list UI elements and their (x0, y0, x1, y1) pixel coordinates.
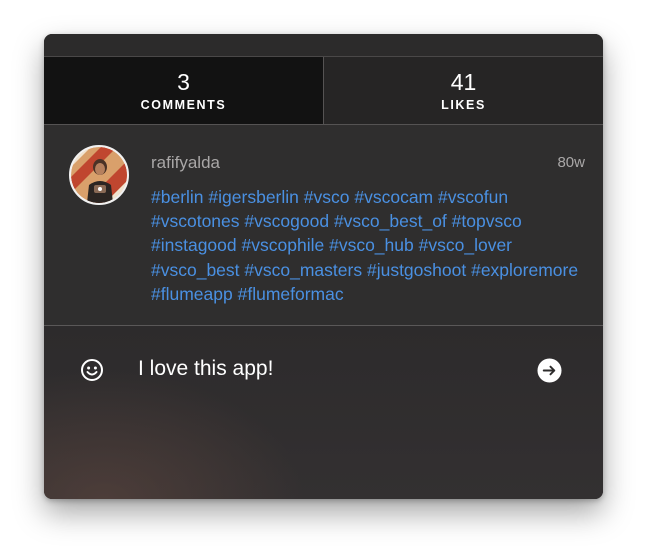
app-window: 3 COMMENTS 41 LIKES rafifyalda 80w #berl… (44, 34, 603, 499)
comments-label: COMMENTS (140, 97, 227, 112)
hashtag-link[interactable]: #vscogood (244, 211, 329, 231)
hashtag-link[interactable]: #berlin (151, 187, 204, 207)
avatar[interactable] (69, 145, 129, 205)
comment-timestamp: 80w (557, 154, 585, 171)
likes-count: 41 (450, 68, 477, 95)
hashtag-link[interactable]: #vscotones (151, 211, 240, 231)
stats-bar: 3 COMMENTS 41 LIKES (44, 57, 603, 125)
hashtag-link[interactable]: #flumeformac (238, 284, 344, 304)
smiley-icon[interactable] (80, 358, 104, 382)
hashtag-link[interactable]: #vsco_hub (329, 235, 414, 255)
hashtag-link[interactable]: #vscocam (354, 187, 433, 207)
comments-count: 3 (177, 68, 190, 95)
send-button[interactable] (537, 358, 562, 383)
hashtag-link[interactable]: #vsco_best (151, 260, 240, 280)
hashtag-link[interactable]: #vsco_masters (244, 260, 362, 280)
hashtag-link[interactable]: #igersberlin (208, 187, 298, 207)
hashtag-link[interactable]: #justgoshoot (367, 260, 466, 280)
likes-tab[interactable]: 41 LIKES (324, 57, 603, 124)
hashtag-link[interactable]: #flumeapp (151, 284, 233, 304)
hashtag-link[interactable]: #vsco_lover (419, 235, 512, 255)
comment-input[interactable] (138, 354, 498, 384)
hashtag-link[interactable]: #instagood (151, 235, 237, 255)
hashtag-list: #berlin #igersberlin #vsco #vscocam #vsc… (151, 185, 591, 306)
comment-item: rafifyalda 80w #berlin #igersberlin #vsc… (44, 125, 603, 326)
hashtag-link[interactable]: #vscofun (438, 187, 508, 207)
hashtag-link[interactable]: #vsco_best_of (334, 211, 447, 231)
title-bar[interactable] (44, 34, 603, 57)
hashtag-link[interactable]: #vscophile (242, 235, 325, 255)
hashtag-link[interactable]: #vsco (304, 187, 350, 207)
comment-username[interactable]: rafifyalda (151, 153, 220, 173)
hashtag-link[interactable]: #topvsco (452, 211, 522, 231)
comment-composer (44, 326, 603, 499)
likes-label: LIKES (441, 97, 486, 112)
comments-tab[interactable]: 3 COMMENTS (44, 57, 324, 124)
avatar-image (71, 147, 127, 203)
hashtag-link[interactable]: #exploremore (471, 260, 578, 280)
